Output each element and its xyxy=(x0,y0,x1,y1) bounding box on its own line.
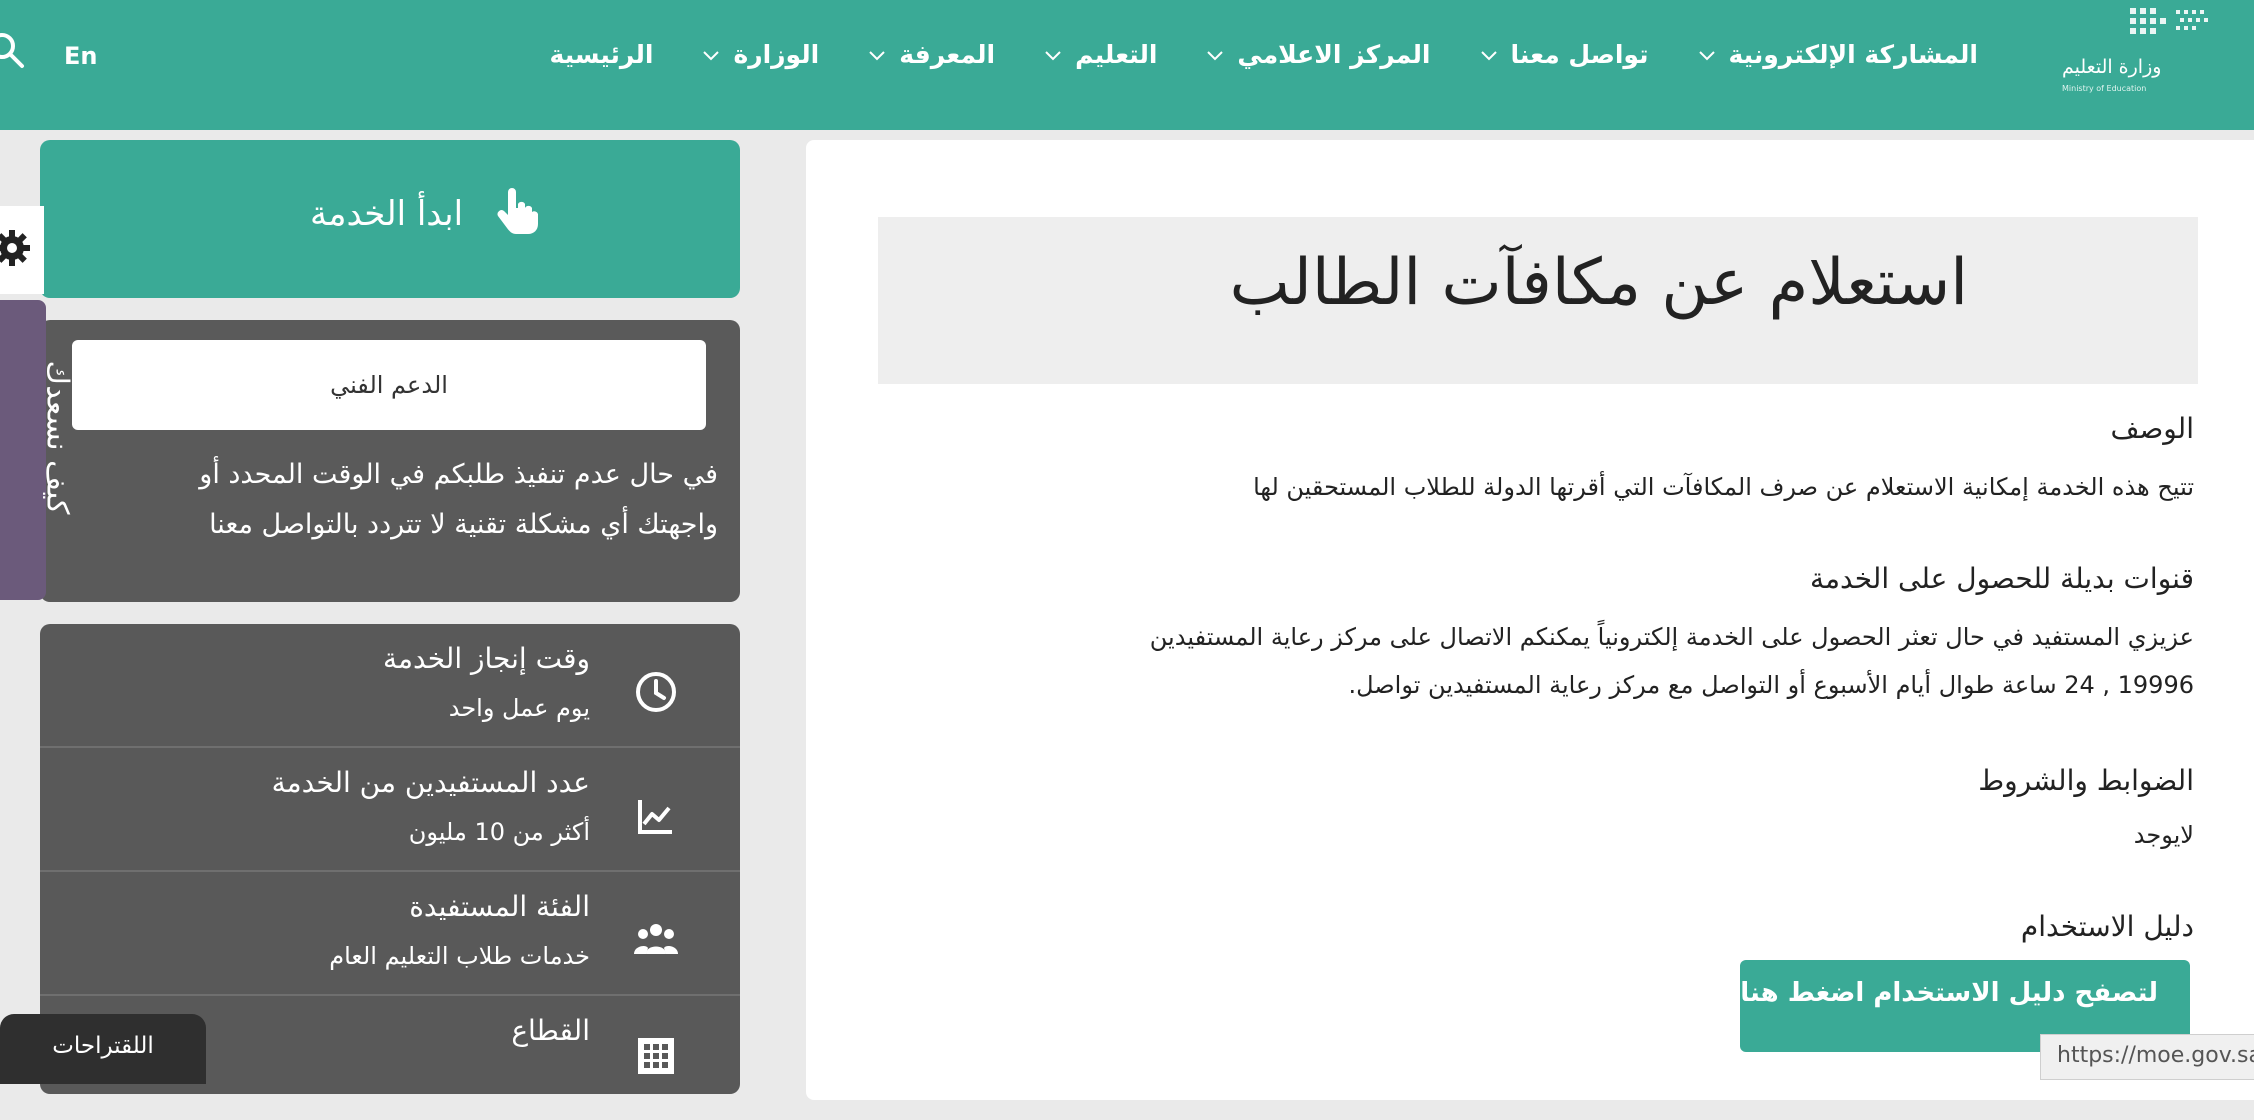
nav-item-6[interactable]: المشاركة الإلكترونية xyxy=(1697,40,1979,69)
nav-item-3[interactable]: التعليم xyxy=(1043,40,1157,69)
grid-icon xyxy=(638,1038,674,1074)
feedback-vertical-tab[interactable]: كيف نسعدك xyxy=(0,300,74,600)
nav-item-label: الرئيسية xyxy=(549,40,654,69)
suggestions-button[interactable]: اللقتراحات xyxy=(0,1014,206,1084)
chevron-down-icon xyxy=(1698,50,1715,60)
start-service-label: ابدأ الخدمة xyxy=(310,194,464,234)
nav-item-label: تواصل معنا xyxy=(1510,40,1649,69)
terms-heading: الضوابط والشروط xyxy=(1978,764,2194,797)
info-row-duration: وقت إنجاز الخدمة يوم عمل واحد xyxy=(40,624,740,748)
support-text-line-1: في حال عدم تنفيذ طلبكم في الوقت المحدد أ… xyxy=(199,459,718,490)
nav-item-label: الوزارة xyxy=(733,40,820,69)
gear-icon xyxy=(0,230,30,266)
info-row-beneficiaries-count: عدد المستفيدين من الخدمة أكثر من 10 مليو… xyxy=(40,748,740,872)
description-heading: الوصف xyxy=(2110,412,2194,445)
beneficiaries-count-title: عدد المستفيدين من الخدمة xyxy=(271,766,590,799)
language-toggle[interactable]: En xyxy=(64,42,97,70)
main-nav: الرئيسية الوزارة المعرفة التعليم المركز الاع… xyxy=(550,40,1978,69)
target-group-value: خدمات طلاب التعليم العام xyxy=(329,942,590,970)
description-text: تتيح هذه الخدمة إمكانية الاستعلام عن صرف… xyxy=(1253,473,2194,501)
nav-item-0[interactable]: الرئيسية xyxy=(550,40,654,69)
feedback-tab-label: كيف نسعدك xyxy=(39,360,75,515)
nav-item-5[interactable]: تواصل معنا xyxy=(1479,40,1649,69)
technical-support-button[interactable]: الدعم الفني xyxy=(72,340,706,430)
pointer-hand-icon xyxy=(497,188,538,234)
support-text-line-2: واجهتك أي مشكلة تقنية لا تتردد بالتواصل … xyxy=(209,509,718,540)
chevron-down-icon xyxy=(869,50,885,60)
chevron-down-icon xyxy=(1480,50,1497,60)
accessibility-settings-tab[interactable] xyxy=(0,206,44,294)
page-title: استعلام عن مكافآت الطالب xyxy=(1229,246,1968,320)
duration-title: وقت إنجاز الخدمة xyxy=(383,642,590,675)
chart-icon xyxy=(638,800,672,834)
nav-item-1[interactable]: الوزارة xyxy=(701,40,819,69)
duration-value: يوم عمل واحد xyxy=(448,694,590,722)
logo-text: وزارة التعليم xyxy=(2062,56,2162,78)
alt-channels-line-2: 19996 , 24 ساعة طوال أيام الأسبوع أو الت… xyxy=(1348,671,2194,699)
nav-item-2[interactable]: المعرفة xyxy=(867,40,995,69)
support-text: في حال عدم تنفيذ طلبكم في الوقت المحدد أ… xyxy=(64,450,718,550)
sector-title: القطاع xyxy=(511,1014,590,1047)
beneficiaries-count-value: أكثر من 10 مليون xyxy=(408,818,590,846)
target-group-title: الفئة المستفيدة xyxy=(409,890,590,923)
alt-channels-heading: قنوات بديلة للحصول على الخدمة xyxy=(1810,562,2194,595)
guide-heading: دليل الاستخدام xyxy=(2020,910,2194,943)
nav-item-label: التعليم xyxy=(1075,40,1158,69)
chevron-down-icon xyxy=(1207,50,1224,60)
logo-subtitle: Ministry of Education xyxy=(2062,84,2147,93)
chevron-down-icon xyxy=(703,50,720,60)
top-navigation-bar: En الرئيسية الوزارة المعرفة التعليم المركز ا… xyxy=(0,0,2254,130)
terms-text: لايوجد xyxy=(2133,821,2194,849)
nav-item-label: المشاركة الإلكترونية xyxy=(1728,40,1979,69)
start-service-button[interactable]: ابدأ الخدمة xyxy=(40,140,740,298)
clock-icon xyxy=(636,672,676,712)
status-url-tooltip: https://moe.gov.sa xyxy=(2040,1034,2254,1080)
chevron-down-icon xyxy=(1045,50,1061,60)
search-icon[interactable] xyxy=(0,30,26,70)
info-row-target-group: الفئة المستفيدة خدمات طلاب التعليم العام xyxy=(40,872,740,996)
nav-item-label: المعرفة xyxy=(899,40,996,69)
nav-item-label: المركز الاعلامي xyxy=(1237,40,1431,69)
alt-channels-line-1: عزيزي المستفيد في حال تعثر الحصول على ال… xyxy=(1149,623,2194,651)
nav-item-4[interactable]: المركز الاعلامي xyxy=(1205,40,1431,69)
users-icon xyxy=(634,924,678,954)
